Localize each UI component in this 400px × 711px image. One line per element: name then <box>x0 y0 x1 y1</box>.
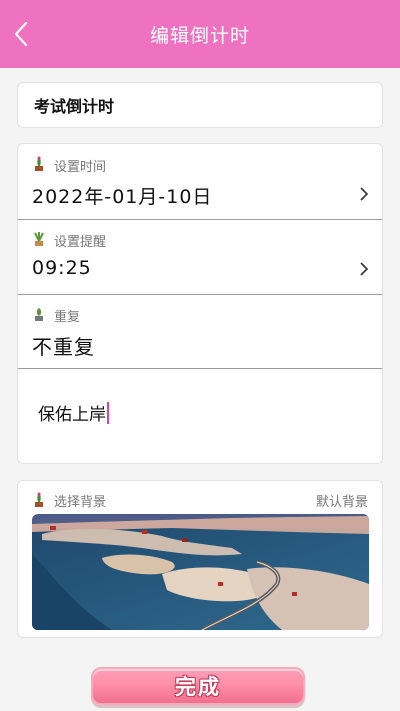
chevron-left-icon <box>14 21 28 47</box>
set-reminder-row[interactable]: 设置提醒 09:25 <box>18 220 382 295</box>
repeat-value: 不重复 <box>32 335 95 359</box>
note-text: 保佑上岸 <box>38 405 106 425</box>
reminder-time-value: 09:25 <box>32 257 92 279</box>
title-card <box>17 82 383 128</box>
plant-icon <box>34 232 44 246</box>
chevron-right-icon <box>360 187 369 201</box>
app-header: 编辑倒计时 <box>0 0 400 68</box>
landscape-image <box>32 514 369 630</box>
background-preview-image[interactable] <box>32 514 369 630</box>
succulent-icon <box>35 308 43 321</box>
text-caret <box>107 401 109 424</box>
chevron-right-icon <box>360 262 369 276</box>
cactus-icon <box>35 156 43 171</box>
set-reminder-label: 设置提醒 <box>54 235 107 250</box>
done-button[interactable]: 完成 <box>91 667 305 705</box>
repeat-label: 重复 <box>54 310 81 325</box>
page-title: 编辑倒计时 <box>149 24 250 47</box>
set-time-label: 设置时间 <box>54 160 107 175</box>
countdown-title-input[interactable] <box>34 95 354 115</box>
done-button-label: 完成 <box>175 675 221 699</box>
settings-card: 设置时间 2022年-01月-10日 设置提醒 09:25 重复 不重复 保佑上… <box>17 143 383 464</box>
back-button[interactable] <box>6 19 36 49</box>
repeat-row[interactable]: 重复 不重复 <box>18 295 382 369</box>
cactus-icon <box>35 492 43 507</box>
default-background-button[interactable]: 默认背景 <box>316 491 368 510</box>
note-input[interactable]: 保佑上岸 <box>38 400 109 425</box>
select-background-label: 选择背景 <box>54 495 107 510</box>
background-card: 选择背景 默认背景 <box>17 480 383 638</box>
set-time-row[interactable]: 设置时间 2022年-01月-10日 <box>18 144 382 220</box>
date-value: 2022年-01月-10日 <box>32 186 213 208</box>
